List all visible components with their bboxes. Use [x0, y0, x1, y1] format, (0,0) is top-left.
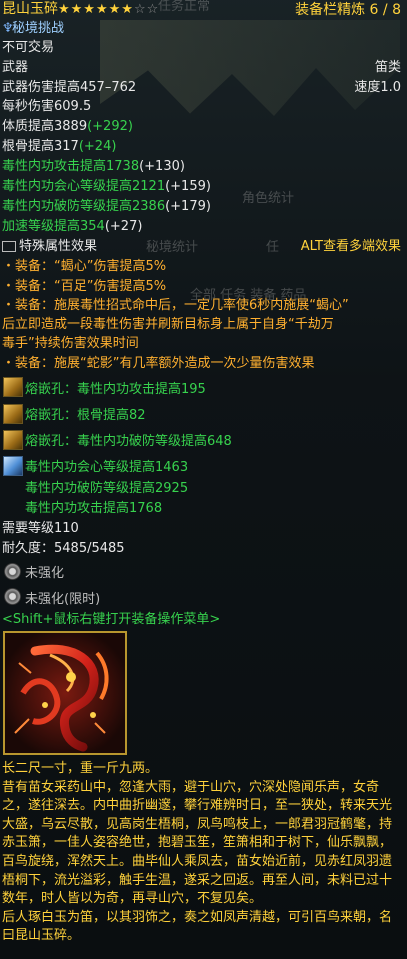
special-effect: 后立即造成一段毒性伤害并刷新目标身上属于自身“千劫万 [2, 317, 334, 332]
special-effect: ・装备：“蝎心”伤害提高5% [2, 259, 167, 274]
weapon-damage: 武器伤害提高457–762 [2, 80, 137, 95]
socket-line: 熔嵌孔：根骨提高82 [25, 408, 146, 423]
socket-gem-icon [3, 430, 23, 450]
stat-row: 毒性内功会心等级提高2121(+159) [2, 179, 211, 194]
alt-hint: ALT查看多端效果 [300, 239, 401, 254]
stat-row: 加速等级提高354(+27) [2, 219, 143, 234]
strengthen-timed-status: 未强化(限时) [25, 592, 101, 607]
ghost-top-label: 任务正常 [158, 0, 211, 14]
monitor-icon [2, 241, 16, 252]
dps: 每秒伤害609.5 [2, 99, 92, 114]
socket-gem-icon [3, 404, 23, 424]
refine-level: 装备栏精炼 6 / 8 [295, 2, 401, 18]
item-name: 昆山玉碎 [2, 1, 58, 17]
stat-row: 体质提高3889(+292) [2, 119, 133, 134]
strengthen-icon [4, 588, 21, 605]
enchant-icon [3, 456, 23, 476]
source-row: ♆秘境挑战 [2, 20, 64, 38]
required-level: 需要等级110 [2, 521, 79, 536]
stat-row: 毒性内功攻击提高1738(+130) [2, 159, 185, 174]
special-header: 特殊属性效果 [2, 238, 97, 256]
enchant-line: 毒性内功攻击提高1768 [25, 501, 163, 516]
source-icon: ♆ [2, 21, 14, 36]
lore-text: 长二尺一寸，重一斤九两。 昔有苗女采药山中，忽逢大雨，避于山穴，穴深处隐闻乐声，… [2, 761, 393, 944]
enchant-line: 毒性内功破防等级提高2925 [25, 481, 189, 496]
item-subtype: 笛类 [374, 60, 401, 75]
ghost-ren: 任 [266, 240, 280, 255]
strengthen-status: 未强化 [25, 566, 65, 581]
special-effect: ・装备：施展毒性招式命中后，一定几率使6秒内施展“蝎心” [2, 298, 349, 313]
stars-filled: ★★★★★★ [58, 2, 134, 17]
socket-gem-icon [3, 377, 23, 397]
special-effect: ・装备：施展“蛇影”有几率额外造成一次少量伤害效果 [2, 356, 315, 371]
weapon-speed: 速度1.0 [354, 80, 401, 95]
item-header: 昆山玉碎★★★★★★☆☆ [2, 0, 159, 19]
star-rating: ★★★★★★☆☆ [58, 2, 159, 17]
enchant-line: 毒性内功会心等级提高1463 [25, 460, 189, 475]
ghost-role-stats: 角色统计 [242, 191, 295, 206]
stars-empty: ☆☆ [133, 2, 160, 17]
stat-row: 毒性内功破防等级提高2386(+179) [2, 199, 211, 214]
ghost-dungeon-stats: 秘境统计 [146, 240, 199, 255]
stat-row: 根骨提高317(+24) [2, 139, 117, 154]
trade-status: 不可交易 [2, 40, 55, 55]
shift-hint: <Shift+鼠标右键打开装备操作菜单> [2, 612, 221, 627]
special-effect: ・装备：“百足”伤害提高5% [2, 279, 167, 294]
strengthen-icon [4, 563, 21, 580]
phoenix-flute-illustration [5, 633, 125, 753]
item-type: 武器 [2, 60, 29, 75]
durability: 耐久度：5485/5485 [2, 541, 125, 556]
socket-line: 熔嵌孔：毒性内功破防等级提高648 [25, 434, 232, 449]
special-effect: 毒手”持续伤害效果时间 [2, 336, 139, 351]
item-artwork [3, 631, 127, 755]
socket-line: 熔嵌孔：毒性内功攻击提高195 [25, 382, 206, 397]
source-tag: 秘境挑战 [12, 21, 65, 36]
